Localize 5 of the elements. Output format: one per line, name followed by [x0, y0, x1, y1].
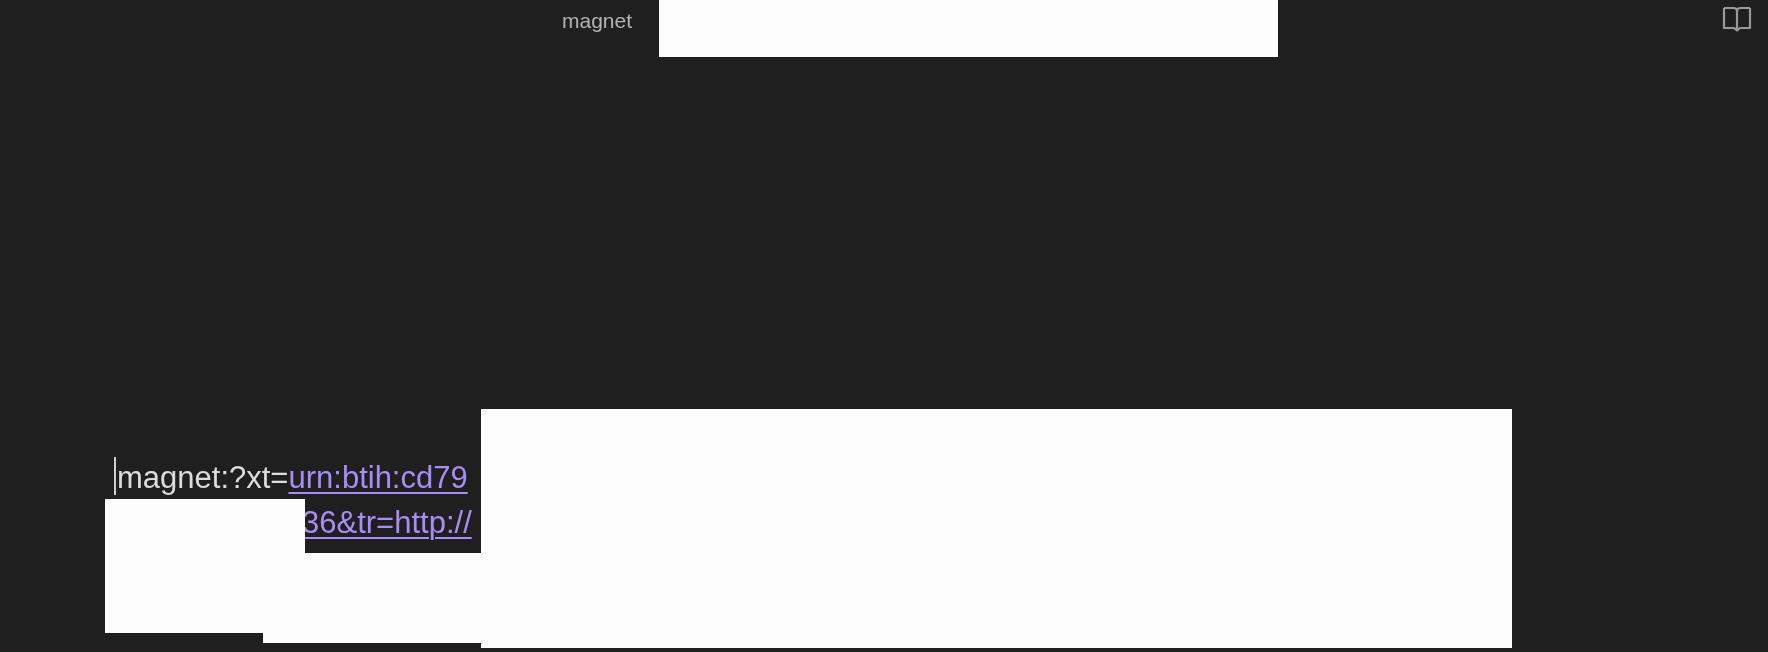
- book-icon[interactable]: [1722, 5, 1752, 33]
- text-line: magnet:?xt=: [117, 459, 289, 496]
- link[interactable]: 36&tr=http://: [302, 504, 472, 541]
- note-title: magnet: [562, 8, 633, 34]
- link[interactable]: urn:btih:cd79: [288, 459, 468, 496]
